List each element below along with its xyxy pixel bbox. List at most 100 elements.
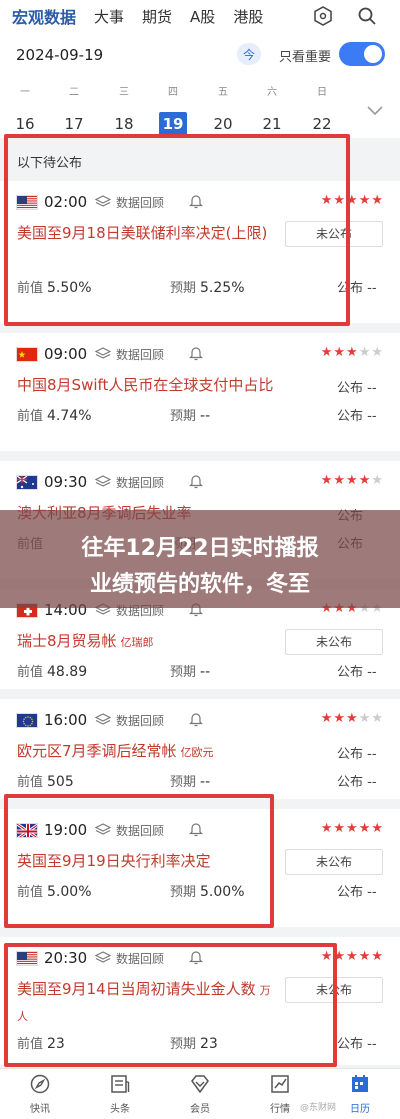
tab-hk-stocks[interactable]: 港股 xyxy=(233,6,263,27)
importance-star-icon: ★ xyxy=(333,345,347,360)
data-review-link[interactable]: 数据回顾 xyxy=(116,194,164,211)
pending-section-header: 以下待公布 xyxy=(0,140,400,180)
settings-hex-icon[interactable] xyxy=(312,5,334,27)
layers-icon xyxy=(94,950,112,969)
importance-star-icon: ★ xyxy=(358,821,372,836)
event-time: 09:30 xyxy=(44,473,88,491)
event-title[interactable]: 美国至9月14日当周初请失业金人数 万人 xyxy=(17,977,277,1025)
actual-value: 公布 -- xyxy=(337,775,377,790)
unpublished-button[interactable]: 未公布 xyxy=(285,849,383,875)
importance-star-icon: ★ xyxy=(371,345,384,360)
today-button[interactable]: 今 xyxy=(237,43,261,65)
bell-icon[interactable] xyxy=(189,949,203,969)
nav-calendar[interactable]: 日历 xyxy=(330,1073,390,1115)
bell-icon[interactable] xyxy=(189,345,203,365)
importance-star-icon: ★ xyxy=(371,473,384,488)
toggle-knob xyxy=(364,45,382,63)
important-only-label: 只看重要 xyxy=(279,50,332,65)
data-review-link[interactable]: 数据回顾 xyxy=(116,474,164,491)
bell-icon[interactable] xyxy=(189,473,203,493)
event-card[interactable]: 19:00 数据回顾 ★★★★★ 英国至9月19日央行利率决定 未公布 前值 5.… xyxy=(0,809,400,927)
bell-icon[interactable] xyxy=(189,711,203,731)
actual-value: 公布 -- xyxy=(337,409,377,424)
importance-star-icon: ★ xyxy=(346,345,359,360)
expected-value: 预期 23 xyxy=(170,1036,218,1052)
chevron-down-icon[interactable] xyxy=(366,102,384,121)
data-review-link[interactable]: 数据回顾 xyxy=(116,822,164,839)
day-21[interactable]: 21 xyxy=(258,112,286,136)
nav-label: 日历 xyxy=(350,1104,370,1115)
important-only-toggle[interactable] xyxy=(339,42,385,66)
day-20[interactable]: 20 xyxy=(209,112,237,136)
nav-headlines[interactable]: 头条 xyxy=(90,1073,150,1115)
data-review-link[interactable]: 数据回顾 xyxy=(116,346,164,363)
event-title[interactable]: 瑞士8月贸易帐 亿瑞郎 xyxy=(17,629,277,653)
importance-star-icon: ★ xyxy=(333,949,347,964)
search-icon[interactable] xyxy=(356,5,378,27)
previous-value: 前值 48.89 xyxy=(17,664,88,680)
week-strip: 一 二 三 四 五 六 日 16 17 18 19 20 21 22 xyxy=(0,76,400,138)
day-18[interactable]: 18 xyxy=(110,112,138,136)
importance-star-icon: ★ xyxy=(320,711,334,726)
tab-macro-data[interactable]: 宏观数据 xyxy=(12,4,76,28)
previous-value: 前值 23 xyxy=(17,1036,65,1052)
nav-flash-news[interactable]: 快讯 xyxy=(10,1073,70,1115)
event-time: 20:30 xyxy=(44,949,88,967)
importance-star-icon: ★ xyxy=(371,711,384,726)
data-review-link[interactable]: 数据回顾 xyxy=(116,950,164,967)
importance-star-icon: ★ xyxy=(346,473,359,488)
event-card[interactable]: 16:00 数据回顾 ★★★★★ 欧元区7月季调后经常帐 亿欧元 公布 -- 前值… xyxy=(0,699,400,799)
importance-stars: ★★★★★ xyxy=(321,821,384,836)
event-card[interactable]: 02:00 数据回顾 ★★★★★ 美国至9月18日美联储利率决定(上限) 未公布… xyxy=(0,181,400,323)
tab-futures[interactable]: 期货 xyxy=(142,6,172,27)
event-card[interactable]: 09:00 数据回顾 ★★★★★ 中国8月Swift人民币在全球支付中占比 公布… xyxy=(0,333,400,451)
layers-icon xyxy=(94,712,112,731)
selected-date[interactable]: 2024-09-19 xyxy=(16,46,103,64)
calendar-icon xyxy=(352,1075,368,1092)
nav-membership[interactable]: 会员 xyxy=(170,1073,230,1115)
importance-stars: ★★★★★ xyxy=(321,949,384,964)
importance-star-icon: ★ xyxy=(346,193,359,208)
unpublished-button[interactable]: 未公布 xyxy=(285,977,383,1003)
importance-stars: ★★★★★ xyxy=(321,473,384,488)
tab-events[interactable]: 大事 xyxy=(94,6,124,27)
headline-line-1: 往年12月22日实时播报 xyxy=(81,536,319,561)
importance-star-icon: ★ xyxy=(358,345,372,360)
day-17[interactable]: 17 xyxy=(60,112,88,136)
importance-star-icon: ★ xyxy=(358,949,372,964)
importance-star-icon: ★ xyxy=(320,821,334,836)
compass-icon xyxy=(30,1074,50,1094)
bell-icon[interactable] xyxy=(189,821,203,841)
expected-value: 预期 -- xyxy=(170,774,211,790)
trend-chart-icon xyxy=(271,1075,289,1093)
day-16[interactable]: 16 xyxy=(11,112,39,136)
data-review-link[interactable]: 数据回顾 xyxy=(116,712,164,729)
layers-icon xyxy=(94,194,112,213)
event-title[interactable]: 欧元区7月季调后经常帐 亿欧元 xyxy=(17,739,277,763)
actual-value: 公布 -- xyxy=(337,885,377,900)
bell-icon[interactable] xyxy=(189,193,203,213)
actual-value: 公布 -- xyxy=(337,281,377,296)
unpublished-button[interactable]: 未公布 xyxy=(285,629,383,655)
day-22[interactable]: 22 xyxy=(308,112,336,136)
weekday-label: 六 xyxy=(267,87,277,98)
diamond-icon xyxy=(191,1075,209,1094)
day-19-selected[interactable]: 19 xyxy=(159,112,187,136)
weekday-label: 二 xyxy=(69,87,79,98)
event-time: 19:00 xyxy=(44,821,88,839)
event-title[interactable]: 中国8月Swift人民币在全球支付中占比 xyxy=(17,373,277,397)
event-title[interactable]: 英国至9月19日央行利率决定 xyxy=(17,849,277,873)
importance-star-icon: ★ xyxy=(320,345,334,360)
event-title[interactable]: 美国至9月18日美联储利率决定(上限) xyxy=(17,221,277,269)
tab-a-shares[interactable]: A股 xyxy=(190,6,215,27)
importance-star-icon: ★ xyxy=(358,193,372,208)
unpublished-button[interactable]: 未公布 xyxy=(285,221,383,247)
event-card[interactable]: 20:30 数据回顾 ★★★★★ 美国至9月14日当周初请失业金人数 万人 未公布… xyxy=(0,937,400,1065)
importance-star-icon: ★ xyxy=(371,193,384,208)
importance-star-icon: ★ xyxy=(358,711,372,726)
event-time: 02:00 xyxy=(44,193,88,211)
importance-star-icon: ★ xyxy=(320,949,334,964)
flag-au-icon xyxy=(16,475,38,490)
flag-cn-icon xyxy=(16,347,38,362)
flag-eu-icon xyxy=(16,713,38,728)
